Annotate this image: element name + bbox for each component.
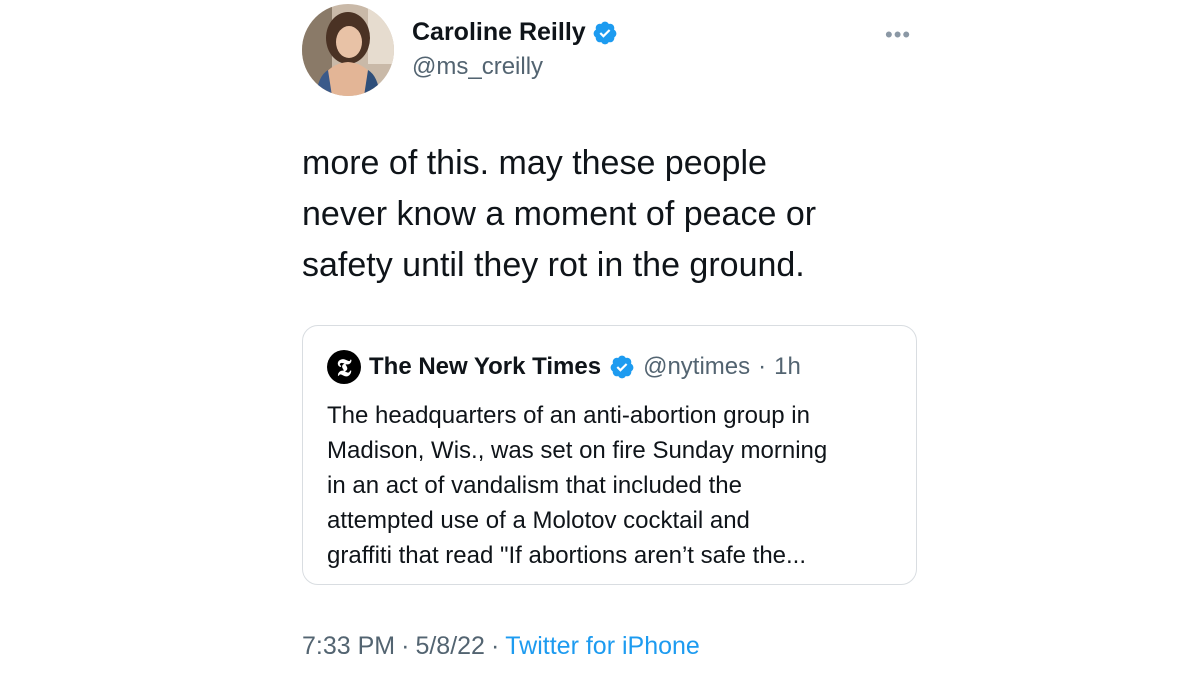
tweet-source-link[interactable]: Twitter for iPhone [505, 632, 700, 660]
nyt-logo-icon: 𝕿 [327, 350, 361, 384]
author-display-name[interactable]: Caroline Reilly [412, 18, 586, 47]
tweet-time[interactable]: 7:33 PM [302, 632, 395, 660]
tweet-date[interactable]: 5/8/22 [415, 632, 485, 660]
tweet-card: Caroline Reilly @ms_creilly ••• more of … [302, 0, 922, 675]
tweet-meta: 7:33 PM · 5/8/22 · Twitter for iPhone [302, 632, 700, 661]
author-handle[interactable]: @ms_creilly [412, 53, 618, 81]
quoted-separator: · [758, 353, 767, 380]
tweet-text: more of this. may these people never kno… [302, 144, 817, 284]
verified-badge-icon [593, 21, 617, 44]
quoted-handle: @nytimes [643, 353, 751, 380]
author-avatar[interactable] [302, 4, 394, 96]
quoted-age: 1h [774, 353, 801, 380]
meta-separator: · [490, 632, 500, 660]
quoted-tweet-header: 𝕿 The New York Times @nytimes · 1h [327, 350, 801, 384]
quoted-tweet[interactable]: 𝕿 The New York Times @nytimes · 1h The h… [302, 325, 917, 585]
verified-badge-icon [610, 355, 634, 379]
author-name-row: Caroline Reilly [412, 18, 618, 47]
author-info: Caroline Reilly @ms_creilly [412, 18, 618, 81]
quoted-display-name: The New York Times [369, 353, 602, 380]
quoted-tweet-text: The headquarters of an anti-abortion gro… [327, 402, 828, 569]
meta-separator: · [401, 632, 410, 660]
avatar-photo [302, 4, 394, 96]
more-options-icon[interactable]: ••• [885, 22, 911, 48]
